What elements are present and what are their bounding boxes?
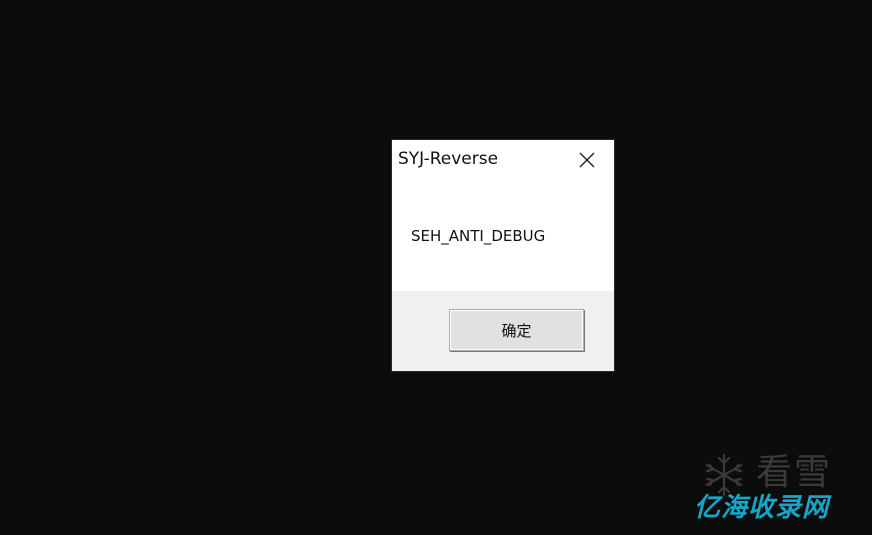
ok-button-label: 确定 [501, 321, 532, 340]
dialog-footer: 确定 [392, 291, 614, 371]
close-button[interactable] [573, 148, 601, 172]
watermark-bottom-text: 亿海收录网 [694, 493, 830, 523]
dialog-titlebar: SYJ-Reverse [392, 140, 614, 178]
desktop-background: SYJ-Reverse SEH_ANTI_DEBUG 确定 看雪 亿海收录网 [0, 0, 872, 535]
dialog-message: SEH_ANTI_DEBUG [411, 227, 546, 245]
snowflake-icon [705, 453, 743, 497]
watermark: 看雪 亿海收录网 [694, 451, 854, 527]
dialog-content: SEH_ANTI_DEBUG [392, 178, 614, 291]
watermark-top-text: 看雪 [756, 452, 833, 493]
close-icon [579, 152, 595, 168]
message-box-dialog: SYJ-Reverse SEH_ANTI_DEBUG 确定 [392, 140, 614, 371]
dialog-title: SYJ-Reverse [398, 149, 499, 169]
ok-button[interactable]: 确定 [449, 309, 584, 351]
